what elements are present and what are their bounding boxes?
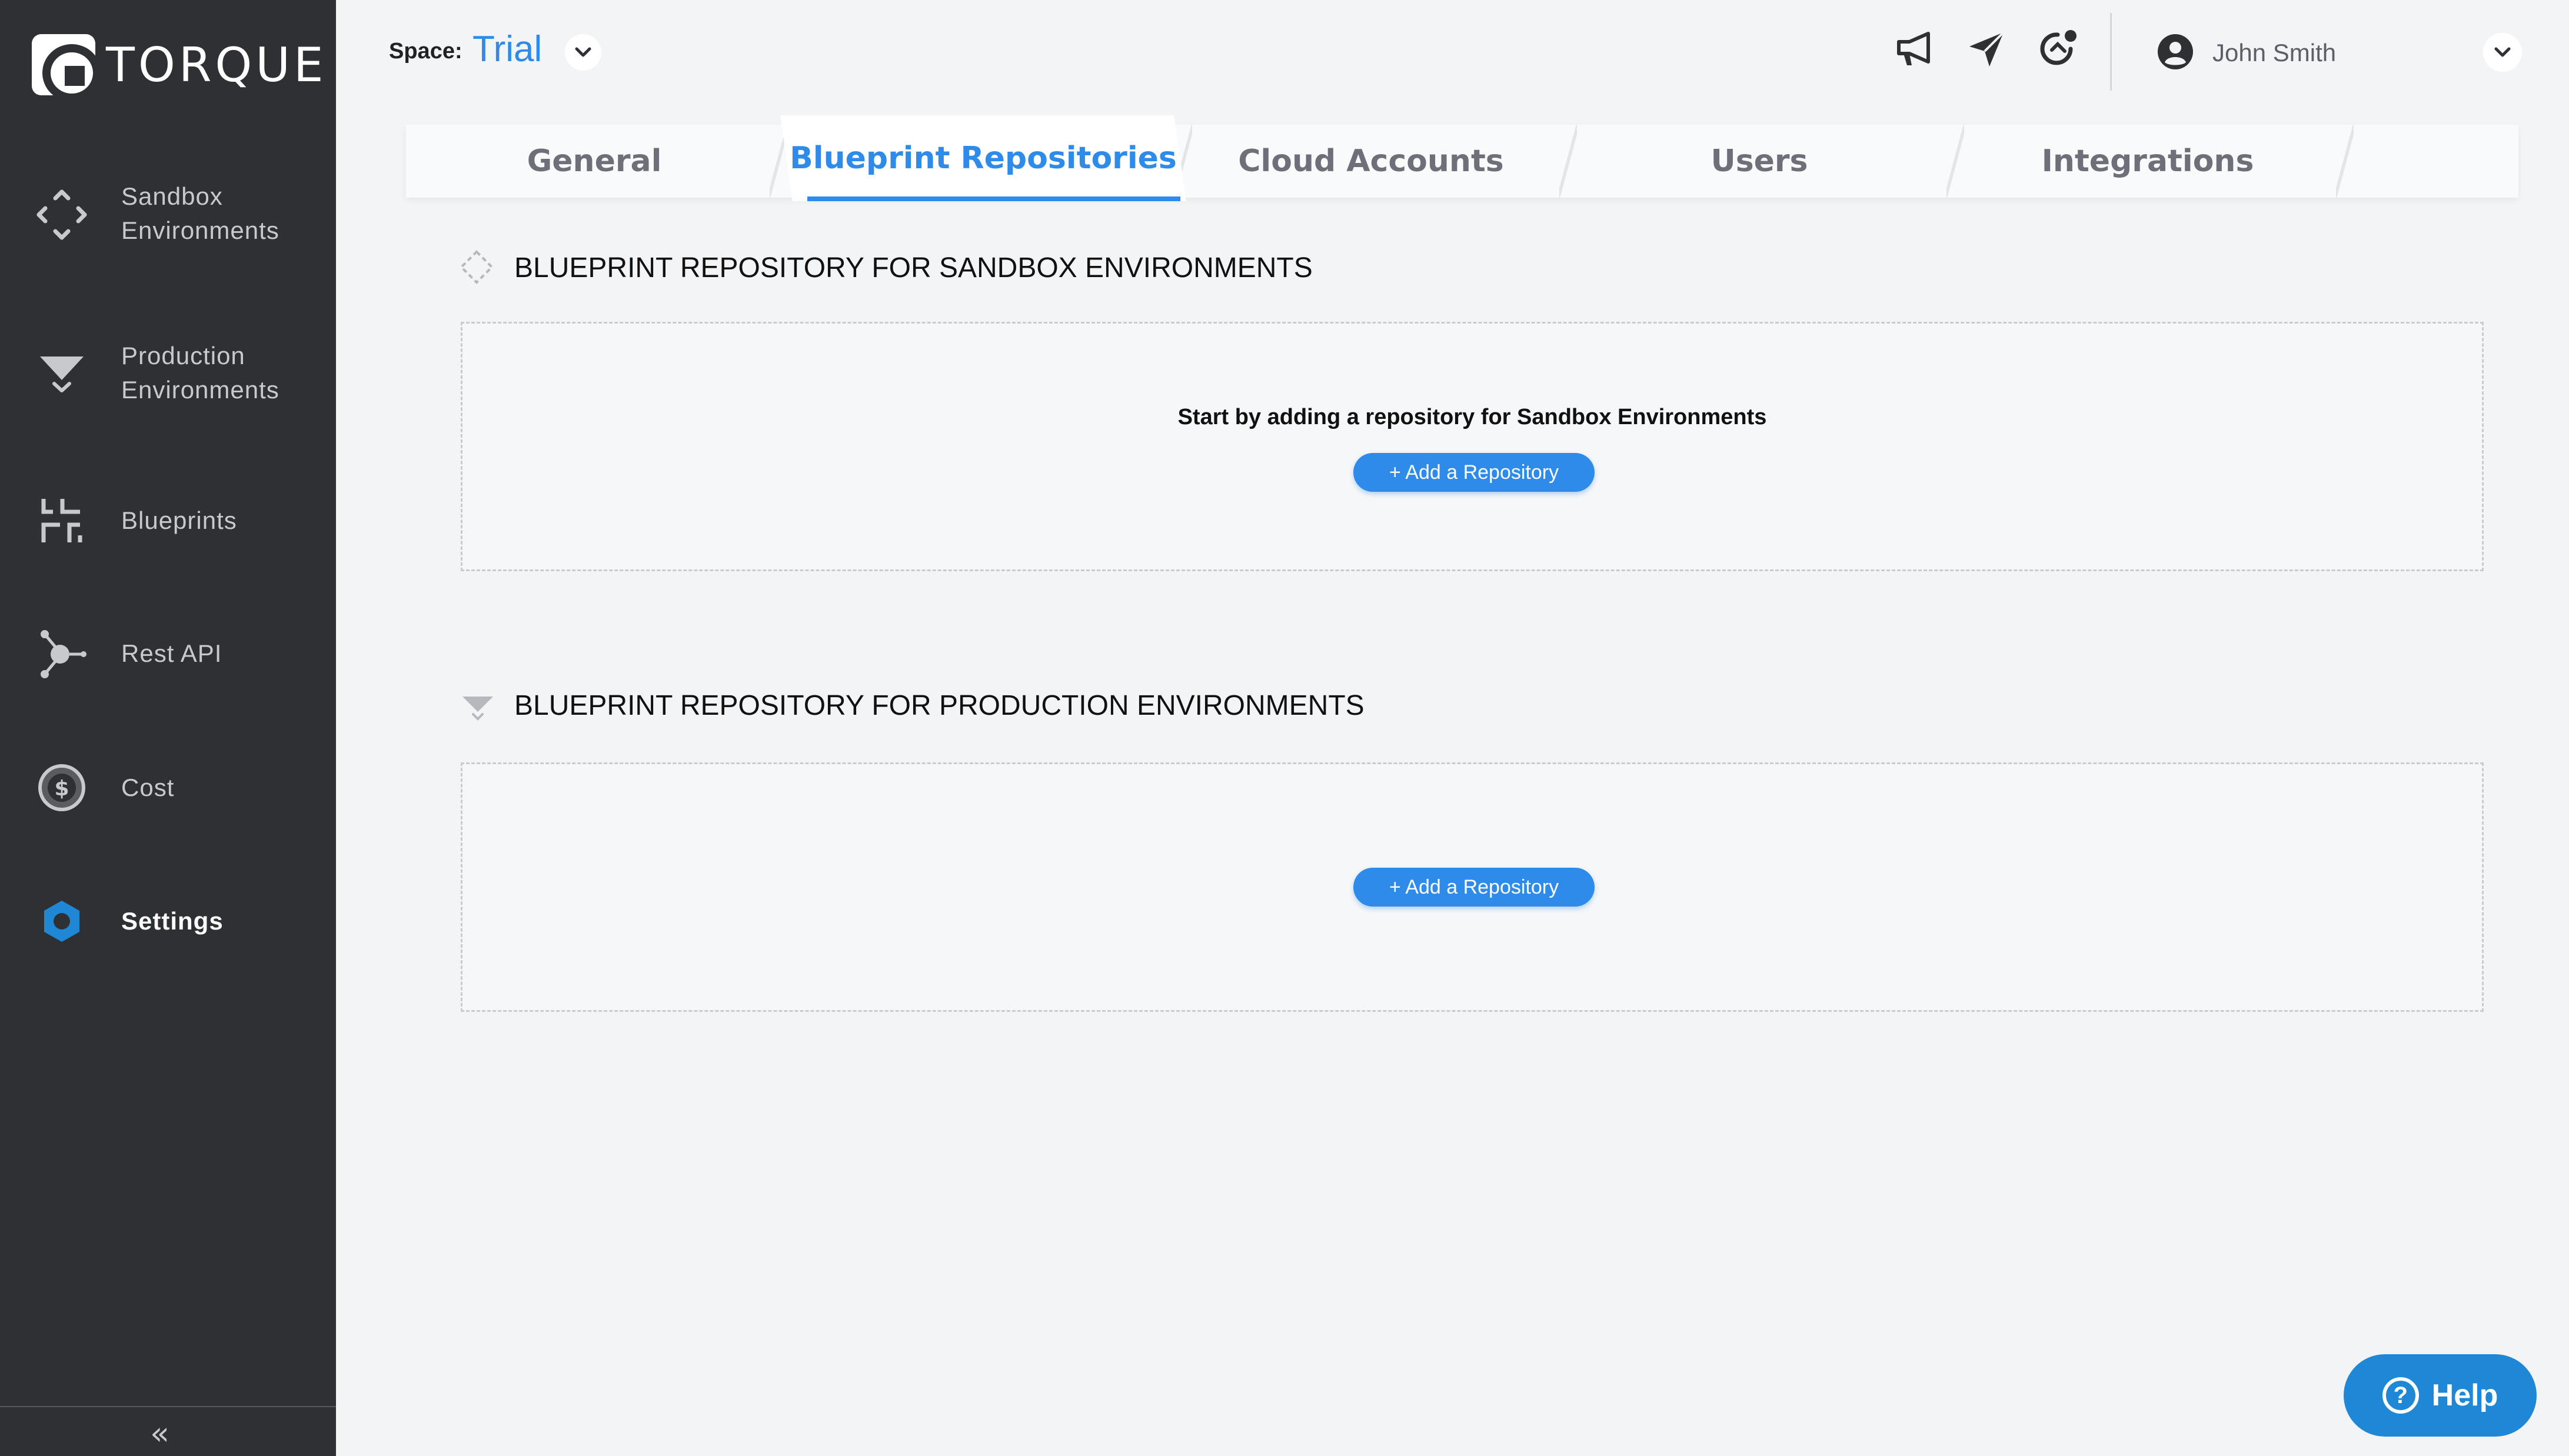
send-icon[interactable] bbox=[1963, 26, 2010, 73]
sidebar-item-rest-api[interactable]: Rest API bbox=[0, 627, 336, 680]
sidebar-item-blueprints[interactable]: Blueprints bbox=[0, 494, 336, 547]
sandbox-empty-message: Start by adding a repository for Sandbox… bbox=[1177, 405, 1767, 429]
sidebar-item-label: Sandbox Environments bbox=[121, 182, 279, 244]
user-avatar-icon[interactable] bbox=[2157, 33, 2194, 71]
cost-dollar-icon: $ bbox=[35, 761, 88, 814]
sidebar-item-label: Rest API bbox=[121, 639, 222, 667]
user-name[interactable]: John Smith bbox=[2212, 39, 2336, 67]
space-label: Space: bbox=[389, 39, 462, 64]
sidebar-item-label: Settings bbox=[121, 907, 224, 935]
help-button[interactable]: ? Help bbox=[2344, 1354, 2537, 1437]
production-funnel-icon bbox=[35, 347, 88, 400]
svg-text:$: $ bbox=[54, 777, 69, 801]
tab-separator bbox=[2336, 125, 2354, 198]
rest-api-icon bbox=[35, 627, 88, 680]
chevron-down-icon bbox=[2494, 47, 2511, 57]
settings-hexagon-icon bbox=[35, 895, 88, 948]
tab-integrations[interactable]: Integrations bbox=[1959, 125, 2336, 198]
production-repository-dropzone: + Add a Repository bbox=[461, 762, 2484, 1012]
sandbox-diamond-icon bbox=[35, 188, 88, 241]
tab-general[interactable]: General bbox=[406, 125, 783, 198]
production-section-title: BLUEPRINT REPOSITORY FOR PRODUCTION ENVI… bbox=[514, 690, 1365, 721]
help-question-icon: ? bbox=[2382, 1377, 2419, 1414]
sidebar-item-production-environments[interactable]: Production Environments bbox=[0, 336, 336, 413]
sandbox-repository-dropzone: Start by adding a repository for Sandbox… bbox=[461, 322, 2484, 571]
settings-tabs: General Cloud Accounts Users Integration… bbox=[406, 115, 2518, 201]
add-sandbox-repository-button[interactable]: + Add a Repository bbox=[1353, 453, 1595, 492]
sidebar-item-sandbox-environments[interactable]: Sandbox Environments bbox=[0, 176, 336, 253]
sidebar-item-label: Production Environments bbox=[121, 342, 279, 404]
torque-logo[interactable]: TORQUE bbox=[32, 34, 327, 102]
sidebar-item-settings[interactable]: Settings bbox=[0, 895, 336, 948]
torque-logo-icon bbox=[32, 34, 101, 102]
megaphone-icon[interactable] bbox=[1891, 26, 1938, 73]
header-divider bbox=[2110, 13, 2112, 91]
notifications-icon[interactable] bbox=[2035, 26, 2082, 73]
user-menu-dropdown-button[interactable] bbox=[2483, 33, 2522, 72]
logo-text: TORQUE bbox=[106, 37, 327, 92]
add-production-repository-button[interactable]: + Add a Repository bbox=[1353, 868, 1595, 907]
collapse-sidebar-icon[interactable]: « bbox=[150, 1418, 169, 1450]
sidebar-item-cost[interactable]: $ Cost bbox=[0, 761, 336, 814]
sidebar-item-label: Blueprints bbox=[121, 507, 237, 534]
tab-cloud-accounts[interactable]: Cloud Accounts bbox=[1183, 125, 1559, 198]
blueprints-icon bbox=[35, 494, 88, 547]
sidebar: TORQUE Sandbox Environments Production E… bbox=[0, 0, 336, 1456]
sidebar-item-label: Cost bbox=[121, 774, 175, 801]
help-label: Help bbox=[2431, 1378, 2498, 1412]
production-funnel-icon bbox=[460, 689, 495, 725]
sandbox-section-title: BLUEPRINT REPOSITORY FOR SANDBOX ENVIRON… bbox=[514, 252, 1313, 284]
space-selector-value[interactable]: Trial bbox=[472, 28, 542, 70]
sidebar-footer: « bbox=[0, 1406, 336, 1456]
tab-blueprint-repositories[interactable]: Blueprint Repositories bbox=[780, 115, 1186, 201]
sandbox-diamond-icon bbox=[459, 249, 494, 285]
space-dropdown-button[interactable] bbox=[565, 34, 601, 71]
tab-users[interactable]: Users bbox=[1571, 125, 1948, 198]
chevron-down-icon bbox=[575, 47, 591, 57]
